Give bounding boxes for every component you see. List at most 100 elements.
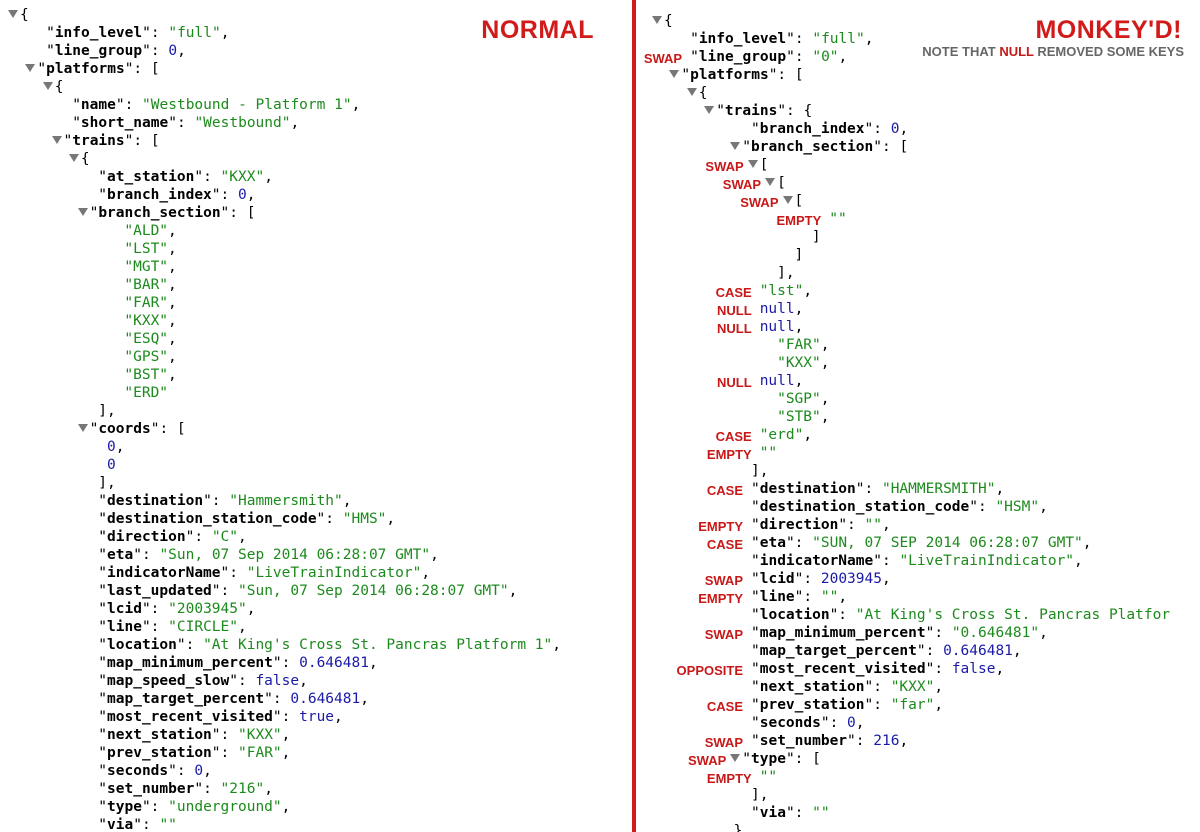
json-key: via bbox=[759, 805, 786, 821]
json-line: "GPS", bbox=[124, 348, 176, 366]
json-punct: " bbox=[98, 547, 108, 563]
json-string: "2003945" bbox=[168, 601, 247, 617]
json-punct: { bbox=[80, 151, 90, 167]
json-line: "line_group": "0", bbox=[690, 48, 847, 66]
json-punct: , bbox=[290, 115, 300, 131]
json-key: eta bbox=[107, 547, 134, 563]
json-punct: , bbox=[168, 331, 177, 347]
json-line: "eta": "Sun, 07 Sep 2014 06:28:07 GMT", bbox=[98, 546, 439, 564]
collapse-toggle-icon[interactable] bbox=[77, 424, 88, 432]
json-punct: { bbox=[698, 85, 708, 101]
json-string: "Westbound" bbox=[194, 115, 291, 131]
json-punct: , bbox=[820, 355, 830, 371]
json-string: "BAR" bbox=[124, 277, 169, 293]
json-punct: " bbox=[63, 133, 73, 149]
json-key: last_updated bbox=[107, 583, 212, 599]
json-key: branch_section bbox=[98, 205, 221, 221]
json-line: "trains": { bbox=[704, 102, 812, 120]
json-punct: , bbox=[168, 313, 177, 329]
collapse-toggle-icon[interactable] bbox=[652, 16, 662, 24]
json-value: 0 bbox=[107, 457, 116, 473]
mutation-tag: SWAP bbox=[740, 195, 779, 210]
json-punct: ": bbox=[794, 589, 821, 605]
json-punct: ": bbox=[264, 691, 291, 707]
json-punct: " bbox=[37, 61, 47, 77]
json-punct: ": bbox=[203, 493, 230, 509]
json-string: "" bbox=[820, 589, 839, 605]
collapse-toggle-icon[interactable] bbox=[686, 88, 697, 96]
json-punct: ": bbox=[864, 121, 891, 137]
json-key: seconds bbox=[759, 715, 821, 731]
collapse-toggle-icon[interactable] bbox=[782, 196, 793, 204]
json-punct: , bbox=[342, 493, 352, 509]
json-string: "KXX" bbox=[238, 727, 282, 743]
json-punct: ": bbox=[916, 643, 944, 659]
mutation-tag: SWAP bbox=[688, 753, 727, 768]
json-punct: ": { bbox=[777, 103, 813, 119]
json-punct: [ bbox=[794, 193, 804, 209]
json-punct: ": [ bbox=[124, 61, 160, 77]
json-punct: " bbox=[98, 745, 108, 761]
json-string: "MGT" bbox=[124, 259, 169, 275]
json-string: "HSM" bbox=[995, 499, 1040, 515]
json-punct: ": bbox=[925, 625, 952, 641]
json-punct: ": bbox=[168, 115, 195, 131]
collapse-toggle-icon[interactable] bbox=[42, 82, 53, 90]
collapse-toggle-icon[interactable] bbox=[8, 10, 18, 18]
json-line: "map_target_percent": 0.646481, bbox=[751, 642, 1022, 660]
json-line: "" bbox=[760, 444, 777, 462]
json-punct: ": bbox=[855, 481, 882, 497]
json-value: null bbox=[759, 301, 795, 317]
json-punct: , bbox=[281, 745, 291, 761]
json-key: next_station bbox=[107, 727, 212, 743]
json-punct: , bbox=[1074, 553, 1083, 569]
json-key: set_number bbox=[759, 733, 848, 749]
mutation-tag: CASE bbox=[706, 699, 743, 714]
json-string: "" bbox=[759, 769, 778, 785]
json-string: "HMS" bbox=[342, 511, 387, 527]
json-string: "0.646481" bbox=[951, 625, 1040, 641]
json-punct: , bbox=[430, 547, 439, 563]
json-line: "set_number": "216", bbox=[98, 780, 273, 798]
json-string: "KXX" bbox=[890, 679, 935, 695]
collapse-toggle-icon[interactable] bbox=[747, 160, 758, 168]
json-string: "GPS" bbox=[124, 349, 169, 365]
json-punct: , bbox=[281, 799, 291, 815]
json-punct: , bbox=[360, 691, 369, 707]
collapse-toggle-icon[interactable] bbox=[669, 70, 680, 78]
json-punct: ": bbox=[220, 565, 247, 581]
json-punct: " bbox=[751, 643, 760, 659]
json-line: "lst", bbox=[760, 282, 812, 300]
json-punct: ": bbox=[133, 817, 160, 832]
json-key: map_target_percent bbox=[107, 691, 265, 707]
json-punct: " bbox=[751, 661, 760, 677]
json-punct: } bbox=[733, 823, 743, 832]
json-line: "next_station": "KXX", bbox=[98, 726, 290, 744]
json-string: "ALD" bbox=[124, 223, 169, 239]
collapse-toggle-icon[interactable] bbox=[77, 208, 88, 216]
json-punct: ": bbox=[272, 655, 300, 671]
json-value: 0.646481 bbox=[290, 691, 361, 707]
collapse-toggle-icon[interactable] bbox=[25, 64, 36, 72]
collapse-toggle-icon[interactable] bbox=[51, 136, 62, 144]
collapse-toggle-icon[interactable] bbox=[730, 754, 741, 762]
json-key: info_level bbox=[698, 31, 787, 47]
json-punct: ": bbox=[786, 31, 813, 47]
json-key: most_recent_visited bbox=[107, 709, 273, 725]
json-line: "" bbox=[760, 768, 777, 786]
json-line: "platforms": [ bbox=[669, 66, 804, 84]
collapse-toggle-icon[interactable] bbox=[704, 106, 715, 114]
collapse-toggle-icon[interactable] bbox=[730, 142, 741, 150]
json-punct: { bbox=[664, 13, 673, 29]
json-punct: ": bbox=[785, 535, 813, 551]
json-line: "ERD" bbox=[124, 384, 168, 402]
json-line: "map_speed_slow": false, bbox=[98, 672, 308, 690]
json-punct: " bbox=[98, 565, 108, 581]
collapse-toggle-icon[interactable] bbox=[765, 178, 776, 186]
json-key: lcid bbox=[107, 601, 142, 617]
json-punct: ": bbox=[785, 805, 813, 821]
json-punct: ": bbox=[194, 781, 221, 797]
collapse-toggle-icon[interactable] bbox=[68, 154, 79, 162]
json-punct: ": bbox=[176, 637, 204, 653]
json-punct: ": bbox=[141, 799, 169, 815]
